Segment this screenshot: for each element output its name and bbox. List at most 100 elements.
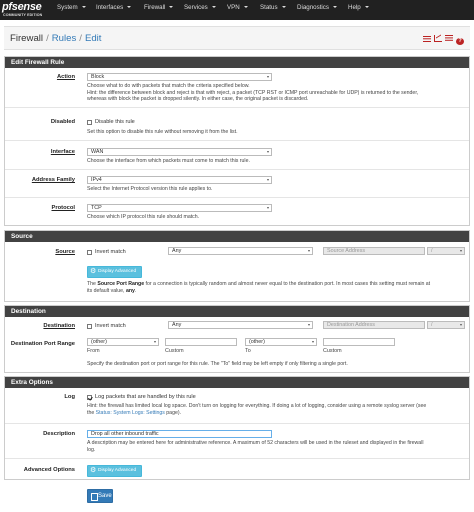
pfsense-logo[interactable]: pfsense COMMUNITY EDITION <box>2 2 46 18</box>
chevron-down-icon <box>460 250 462 252</box>
system-logs-settings-link[interactable]: Status: System Logs: Settings <box>96 410 165 416</box>
divider <box>5 140 469 141</box>
save-button[interactable]: Save <box>87 489 113 503</box>
sliders-icon[interactable] <box>423 35 431 42</box>
nav-help[interactable]: Help <box>348 4 369 12</box>
source-invert-text: Invert match <box>95 249 126 255</box>
panel-heading: Source <box>5 231 469 242</box>
action-label: Action <box>56 74 75 80</box>
source-label: Source <box>55 249 75 255</box>
disable-rule-text: Disable this rule <box>95 119 135 125</box>
extra-options-panel: Extra Options Log Log packets that are h… <box>4 376 470 480</box>
protocol-label: Protocol <box>51 205 75 211</box>
nav-interfaces[interactable]: Interfaces <box>96 4 132 12</box>
source-address-input[interactable]: Source Address <box>323 247 425 255</box>
log-packets-checkbox[interactable] <box>87 395 92 400</box>
destination-panel: Destination Destination Invert match Any… <box>4 305 470 373</box>
destination-type-select[interactable]: Any <box>168 321 313 329</box>
action-hint: Choose what to do with packets that matc… <box>87 83 419 103</box>
caret-down-icon <box>364 6 369 9</box>
top-navbar: pfsense COMMUNITY EDITION System Interfa… <box>0 0 474 20</box>
chevron-down-icon <box>312 341 314 343</box>
caret-down-icon <box>211 6 216 9</box>
advanced-options-label: Advanced Options <box>23 467 75 473</box>
chevron-down-icon <box>267 179 269 181</box>
source-port-hint: The Source Port Range for a connection i… <box>87 281 431 294</box>
breadcrumb-edit-link[interactable]: Edit <box>85 33 102 44</box>
caret-down-icon <box>127 6 132 9</box>
destination-port-from-custom-input[interactable] <box>165 338 237 346</box>
disabled-label: Disabled <box>50 119 75 125</box>
address-family-hint: Select the Internet Protocol version thi… <box>87 186 213 192</box>
destination-port-from-select[interactable]: (other) <box>87 338 159 346</box>
destination-address-input[interactable]: Destination Address <box>323 321 425 329</box>
edit-rule-panel: Edit Firewall Rule Action Block Choose w… <box>4 56 470 226</box>
source-type-select[interactable]: Any <box>168 247 313 255</box>
destination-port-to-select[interactable]: (other) <box>245 338 317 346</box>
nav-firewall[interactable]: Firewall <box>144 4 174 12</box>
panel-heading: Destination <box>5 306 469 317</box>
list-icon[interactable] <box>445 35 453 42</box>
nav-vpn[interactable]: VPN <box>227 4 248 12</box>
nav-diagnostics[interactable]: Diagnostics <box>297 4 337 12</box>
divider <box>5 458 469 459</box>
nav-status[interactable]: Status <box>260 4 286 12</box>
protocol-select[interactable]: TCP <box>87 204 272 212</box>
disable-rule-checkbox[interactable] <box>87 120 92 125</box>
disabled-hint: Set this option to disable this rule wit… <box>87 129 238 135</box>
custom-caption: Custom <box>323 348 342 354</box>
divider <box>5 423 469 424</box>
destination-port-hint: Specify the destination port or port ran… <box>87 361 348 367</box>
destination-port-to-custom-input[interactable] <box>323 338 395 346</box>
chevron-down-icon <box>267 151 269 153</box>
source-mask-select[interactable]: / <box>427 247 465 255</box>
interface-hint: Choose the interface from which packets … <box>87 158 250 164</box>
destination-mask-select[interactable]: / <box>427 321 465 329</box>
log-hint: Hint: the firewall has limited local log… <box>87 403 427 416</box>
log-packets-text: Log packets that are handled by this rul… <box>95 394 196 400</box>
source-panel: Source Source Invert match Any Source Ad… <box>4 230 470 302</box>
chevron-down-icon <box>267 76 269 78</box>
caret-down-icon <box>332 6 337 9</box>
description-input[interactable]: Drop all other inbound traffic <box>87 430 272 438</box>
breadcrumb-shortcuts: ? <box>420 35 464 45</box>
chevron-down-icon <box>308 324 310 326</box>
destination-invert-text: Invert match <box>95 323 126 329</box>
divider <box>5 107 469 108</box>
description-hint: A description may be entered here for ad… <box>87 440 424 453</box>
caret-down-icon <box>169 6 174 9</box>
interface-label: Interface <box>50 149 75 155</box>
custom-caption: Custom <box>165 348 184 354</box>
destination-port-range-label: Destination Port Range <box>10 341 75 347</box>
destination-label: Destination <box>43 323 75 329</box>
destination-invert-checkbox[interactable] <box>87 324 92 329</box>
caret-down-icon <box>281 6 286 9</box>
address-family-select[interactable]: IPv4 <box>87 176 272 184</box>
action-select[interactable]: Block <box>87 73 272 81</box>
divider <box>5 169 469 170</box>
chevron-down-icon <box>460 324 462 326</box>
breadcrumb-rules-link[interactable]: Rules <box>52 33 77 44</box>
help-icon[interactable]: ? <box>456 38 464 45</box>
breadcrumb-separator: / <box>46 33 49 44</box>
source-display-advanced-button[interactable]: Display Advanced <box>87 266 142 278</box>
nav-services[interactable]: Services <box>184 4 216 12</box>
chevron-down-icon <box>154 341 156 343</box>
chart-icon[interactable] <box>434 35 442 42</box>
panel-heading: Extra Options <box>5 377 469 388</box>
breadcrumb-firewall: Firewall <box>10 33 44 44</box>
description-label: Description <box>43 431 75 437</box>
chevron-down-icon <box>267 207 269 209</box>
logo-text: pfsense <box>2 1 42 13</box>
logo-subtext: COMMUNITY EDITION <box>3 13 43 17</box>
chevron-down-icon <box>308 250 310 252</box>
log-label: Log <box>64 394 75 400</box>
interface-select[interactable]: WAN <box>87 148 272 156</box>
nav-system[interactable]: System <box>57 4 86 12</box>
extra-display-advanced-button[interactable]: Display Advanced <box>87 465 142 477</box>
source-invert-checkbox[interactable] <box>87 250 92 255</box>
breadcrumb: Firewall / Rules / Edit <box>10 32 101 45</box>
address-family-label: Address Family <box>31 177 75 183</box>
caret-down-icon <box>243 6 248 9</box>
breadcrumb-bar: Firewall / Rules / Edit ? <box>4 26 470 50</box>
